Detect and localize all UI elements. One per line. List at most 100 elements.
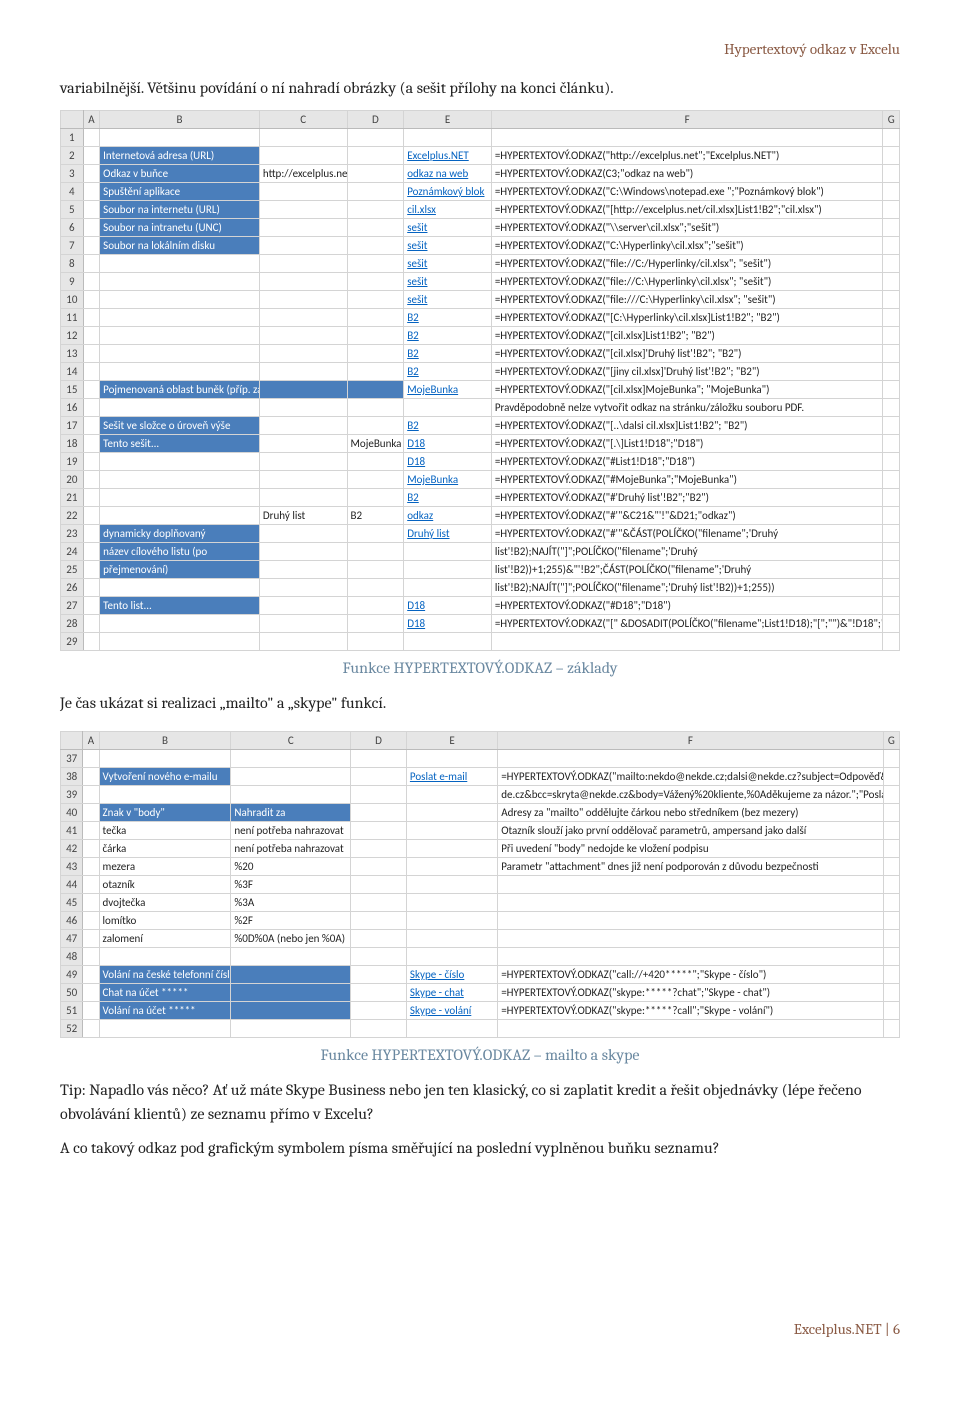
cell: tečka xyxy=(99,822,231,840)
cell xyxy=(883,525,900,543)
hyperlink-cell[interactable]: Excelplus.NET xyxy=(407,149,469,162)
cell: Volání na účet ***** xyxy=(99,1002,231,1020)
paragraph-4: A co takový odkaz pod grafickým symbolem… xyxy=(60,1136,900,1160)
hyperlink-cell[interactable]: B2 xyxy=(407,329,419,342)
cell xyxy=(883,381,900,399)
cell xyxy=(259,237,347,255)
row-header: 52 xyxy=(61,1020,83,1038)
cell xyxy=(883,561,900,579)
hyperlink-cell[interactable]: D18 xyxy=(407,455,425,468)
cell xyxy=(351,786,407,804)
row-header: 6 xyxy=(61,219,84,237)
cell xyxy=(83,597,99,615)
cell: =HYPERTEXTOVÝ.ODKAZ("[.\]List1!D18";"D18… xyxy=(491,435,883,453)
row-header: 5 xyxy=(61,201,84,219)
col-header: G xyxy=(883,732,899,750)
hyperlink-cell[interactable]: Poznámkový blok xyxy=(407,185,484,198)
cell xyxy=(883,219,900,237)
cell xyxy=(883,543,900,561)
cell xyxy=(259,273,347,291)
paragraph-2: Je čas ukázat si realizaci „mailto" a „s… xyxy=(60,691,900,715)
row-header: 16 xyxy=(61,399,84,417)
cell xyxy=(883,507,900,525)
page-footer: Excelplus.NET | 6 xyxy=(60,1320,900,1338)
cell: de.cz&bcc=skryta@nekde.cz&body=Vážený%20… xyxy=(498,786,884,804)
hyperlink-cell[interactable]: B2 xyxy=(407,347,419,360)
cell: Pojmenovaná oblast buněk (příp. záložka … xyxy=(100,381,260,399)
cell: MojeBunka xyxy=(404,471,492,489)
cell xyxy=(883,273,900,291)
cell xyxy=(883,894,899,912)
cell xyxy=(404,399,492,417)
cell xyxy=(259,201,347,219)
cell: =HYPERTEXTOVÝ.ODKAZ("file://C:/Hyperlink… xyxy=(491,255,883,273)
hyperlink-cell[interactable]: B2 xyxy=(407,365,419,378)
hyperlink-cell[interactable]: D18 xyxy=(407,599,425,612)
cell xyxy=(883,345,900,363)
hyperlink-cell[interactable]: Poslat e-mail xyxy=(410,770,467,783)
cell xyxy=(406,804,497,822)
cell xyxy=(83,1002,99,1020)
hyperlink-cell[interactable]: Skype - chat xyxy=(410,986,464,999)
cell: =HYPERTEXTOVÝ.ODKAZ(C3;"odkaz na web") xyxy=(491,165,883,183)
cell xyxy=(351,822,407,840)
hyperlink-cell[interactable]: D18 xyxy=(407,617,425,630)
cell xyxy=(83,984,99,1002)
hyperlink-cell[interactable]: odkaz xyxy=(407,509,433,522)
hyperlink-cell[interactable]: sešit xyxy=(407,239,427,252)
cell xyxy=(83,579,99,597)
paragraph-1: variabilnější. Většinu povídání o ní nah… xyxy=(60,76,900,100)
hyperlink-cell[interactable]: MojeBunka xyxy=(407,473,458,486)
cell: =HYPERTEXTOVÝ.ODKAZ("[cil.xlsx]MojeBunka… xyxy=(491,381,883,399)
hyperlink-cell[interactable]: sešit xyxy=(407,221,427,234)
cell xyxy=(351,858,407,876)
row-header: 41 xyxy=(61,822,83,840)
row-header: 46 xyxy=(61,912,83,930)
cell xyxy=(100,471,260,489)
cell: %2F xyxy=(231,912,351,930)
cell: název cílového listu (po xyxy=(100,543,260,561)
hyperlink-cell[interactable]: sešit xyxy=(407,257,427,270)
cell xyxy=(347,219,404,237)
cell xyxy=(883,786,899,804)
hyperlink-cell[interactable]: sešit xyxy=(407,275,427,288)
cell: list'!B2);NAJÍT("]";POLÍČKO("filename";'… xyxy=(491,579,883,597)
cell xyxy=(883,822,899,840)
cell xyxy=(83,471,99,489)
cell: Soubor na internetu (URL) xyxy=(100,201,260,219)
col-header: F xyxy=(491,111,883,129)
cell xyxy=(99,786,231,804)
cell xyxy=(347,345,404,363)
cell xyxy=(83,858,99,876)
hyperlink-cell[interactable]: Druhý list xyxy=(407,527,449,540)
row-header: 2 xyxy=(61,147,84,165)
hyperlink-cell[interactable]: odkaz na web xyxy=(407,167,468,180)
col-header: E xyxy=(404,111,492,129)
cell xyxy=(83,948,99,966)
hyperlink-cell[interactable]: Skype - volání xyxy=(410,1004,471,1017)
row-header: 22 xyxy=(61,507,84,525)
cell xyxy=(83,750,99,768)
cell xyxy=(259,435,347,453)
hyperlink-cell[interactable]: cil.xlsx xyxy=(407,203,436,216)
cell: B2 xyxy=(404,309,492,327)
cell xyxy=(83,147,99,165)
hyperlink-cell[interactable]: B2 xyxy=(407,419,419,432)
row-header: 9 xyxy=(61,273,84,291)
cell xyxy=(83,804,99,822)
hyperlink-cell[interactable]: sešit xyxy=(407,293,427,306)
cell xyxy=(406,840,497,858)
hyperlink-cell[interactable]: Skype - číslo xyxy=(410,968,464,981)
cell xyxy=(498,1020,884,1038)
hyperlink-cell[interactable]: B2 xyxy=(407,491,419,504)
hyperlink-cell[interactable]: B2 xyxy=(407,311,419,324)
cell: dynamicky doplňovaný xyxy=(100,525,260,543)
row-header: 12 xyxy=(61,327,84,345)
hyperlink-cell[interactable]: MojeBunka xyxy=(407,383,458,396)
cell: Odkaz v buňce xyxy=(100,165,260,183)
hyperlink-cell[interactable]: D18 xyxy=(407,437,425,450)
cell: =HYPERTEXTOVÝ.ODKAZ("[http://excelplus.n… xyxy=(491,201,883,219)
cell xyxy=(259,147,347,165)
cell xyxy=(259,615,347,633)
row-header: 26 xyxy=(61,579,84,597)
